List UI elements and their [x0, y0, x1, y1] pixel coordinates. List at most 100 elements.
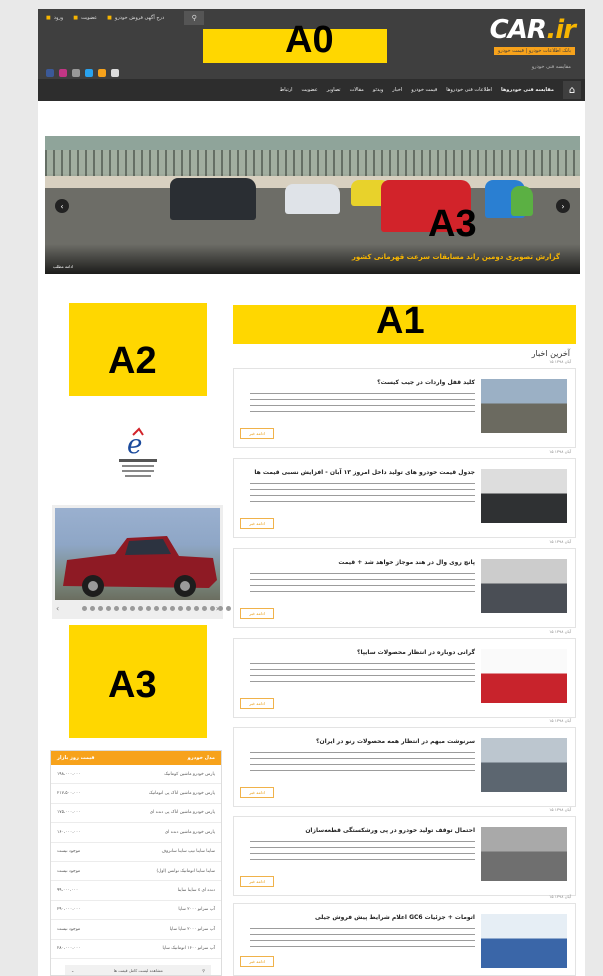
gallery-prev-icon[interactable]: ‹ — [56, 604, 59, 613]
car-gallery[interactable]: ‹ › — [52, 505, 231, 619]
car-model-name: پارس خودرو ماشین اتاک پی اتوماتیک — [148, 791, 215, 797]
news-read-more-button[interactable]: ادامه خبر — [240, 876, 274, 887]
gallery-dot[interactable] — [130, 606, 135, 611]
nav-articles[interactable]: مقالات — [350, 87, 364, 93]
aparat-icon[interactable] — [72, 69, 80, 77]
news-card[interactable]: ۱۵ آبان ۱۳۹۸ کلید قفل واردات در جیب کیست… — [233, 359, 576, 448]
news-thumbnail[interactable] — [481, 649, 567, 703]
top-link-register[interactable]: ■ عضویت — [73, 15, 97, 21]
nav-news[interactable]: اخبار — [392, 87, 402, 93]
gallery-dot[interactable] — [170, 606, 175, 611]
top-link-sell-ad[interactable]: ■ درج آگهی فروش خودرو — [107, 15, 164, 21]
news-read-more-button[interactable]: ادامه خبر — [240, 428, 274, 439]
gallery-next-icon[interactable]: › — [216, 604, 219, 613]
gallery-pagination[interactable] — [82, 606, 231, 611]
news-thumbnail[interactable] — [481, 827, 567, 881]
price-value: موجود نیست — [57, 849, 81, 855]
news-card[interactable]: ۱۵ آبان ۱۳۹۸ پانچ روی وال در هند موجاز خ… — [233, 539, 576, 628]
price-value: ۲۸۰،۰۰۰،۰۰۰ — [57, 946, 81, 952]
slider-caption[interactable]: گزارش تصویری دومین راند مسابقات سرعت قهر… — [352, 253, 560, 261]
news-read-more-button[interactable]: ادامه خبر — [240, 518, 274, 529]
news-thumbnail[interactable] — [481, 379, 567, 433]
nav-contact[interactable]: ارتباط — [280, 87, 293, 93]
news-title[interactable]: پانچ روی وال در هند موجاز خواهد شد + قیم… — [250, 559, 475, 566]
news-card[interactable]: ۱۵ آبان ۱۳۹۸ جدول قیمت خودرو های تولید د… — [233, 449, 576, 538]
trust-seal[interactable]: e — [113, 427, 163, 487]
site-logo[interactable]: CAR.ir بانک اطلاعات خودرو | قیمت خودرو — [490, 15, 576, 55]
news-read-more-button[interactable]: ادامه خبر — [240, 787, 274, 798]
news-title[interactable]: سرنوشت مبهم در انتظار همه محصولات رنو در… — [250, 738, 475, 745]
nav-video[interactable]: ویدئو — [373, 87, 383, 93]
news-thumbnail[interactable] — [481, 469, 567, 523]
price-row[interactable]: موجود نیست ساینا ساینا اتوماتیک توانس (ا… — [51, 862, 221, 882]
gallery-dot[interactable] — [178, 606, 183, 611]
price-table-footer[interactable]: ⌄ مشاهده لیست کامل قیمت ها ⚲ — [65, 965, 211, 975]
nav-car-specs[interactable]: اطلاعات فنی خودروها — [446, 87, 492, 93]
price-row[interactable]: ۲۱۷،۵۰۰،۰۰۰ پارس خودرو ماشین اتاک پی اتو… — [51, 784, 221, 804]
gallery-dot[interactable] — [82, 606, 87, 611]
news-card[interactable]: ۱۵ آبان ۱۳۹۸ سرنوشت مبهم در انتظار همه م… — [233, 718, 576, 807]
news-read-more-button[interactable]: ادامه خبر — [240, 608, 274, 619]
nav-car-prices[interactable]: قیمت خودرو — [411, 87, 437, 93]
gallery-dot[interactable] — [154, 606, 159, 611]
top-link-login[interactable]: ■ ورود — [46, 15, 63, 21]
gallery-dot[interactable] — [186, 606, 191, 611]
price-row[interactable]: ۱۶۰،۰۰۰،۰۰۰ پارس خودرو ماشین دنده ای — [51, 823, 221, 843]
price-value: ۲۱۷،۵۰۰،۰۰۰ — [57, 791, 81, 797]
slider-prev-button[interactable]: ‹ — [55, 199, 69, 213]
news-card[interactable]: ۱۵ آبان ۱۳۹۸ احتمال توقف تولید خودرو در … — [233, 807, 576, 896]
nav-photos[interactable]: تصاویر — [327, 87, 341, 93]
news-title[interactable]: احتمال توقف تولید خودرو در پی ورشکستگی ق… — [250, 827, 475, 834]
price-value: ۱۹۸،۰۰۰،۰۰۰ — [57, 771, 81, 777]
price-row[interactable]: ۹۹،۰۰۰،۰۰۰ ساینا ساینا s دنده ای — [51, 881, 221, 901]
car-model-name: ساینا ساینا s دنده ای — [177, 888, 215, 894]
news-thumbnail[interactable] — [481, 738, 567, 792]
gallery-dot[interactable] — [114, 606, 119, 611]
price-row[interactable]: ۱۷۵،۰۰۰،۰۰۰ پارس خودرو ماشین اتاک پی دند… — [51, 804, 221, 824]
full-price-list-link[interactable]: مشاهده لیست کامل قیمت ها — [114, 968, 163, 973]
home-button[interactable]: ⌂ — [563, 81, 581, 99]
gallery-dot[interactable] — [122, 606, 127, 611]
news-read-more-button[interactable]: ادامه خبر — [240, 698, 274, 709]
price-row[interactable]: ۱۹۸،۰۰۰،۰۰۰ پارس خودرو ماشین کوماتیک — [51, 765, 221, 785]
nav-membership[interactable]: عضویت — [302, 87, 318, 93]
slider-next-button[interactable]: › — [556, 199, 570, 213]
gallery-dot[interactable] — [202, 606, 207, 611]
facebook-icon[interactable] — [46, 69, 54, 77]
edit-icon: ■ — [107, 15, 112, 21]
gallery-dot[interactable] — [226, 606, 231, 611]
twitter-icon[interactable] — [85, 69, 93, 77]
rss-icon[interactable] — [98, 69, 106, 77]
ad-label-a3-slider: A3 — [428, 203, 477, 245]
nav-compare[interactable]: مقایسه فنی خودروها — [501, 87, 554, 93]
gallery-dot[interactable] — [106, 606, 111, 611]
mail-icon[interactable] — [111, 69, 119, 77]
news-title[interactable]: اعلام شرایط پیش فروش جیلی GC6 اتومات + ج… — [250, 914, 475, 921]
instagram-icon[interactable] — [59, 69, 67, 77]
news-card[interactable]: ۱۵ آبان ۱۳۹۸ اعلام شرایط پیش فروش جیلی G… — [233, 894, 576, 976]
gallery-dot[interactable] — [138, 606, 143, 611]
price-value: موجود نیست — [57, 926, 81, 932]
gallery-dot[interactable] — [210, 606, 215, 611]
gallery-dot[interactable] — [146, 606, 151, 611]
news-card[interactable]: ۱۵ آبان ۱۳۹۸ گرانی دوباره در انتظار محصو… — [233, 629, 576, 718]
news-slider[interactable]: گزارش تصویری دومین راند مسابقات سرعت قهر… — [45, 136, 580, 274]
price-row[interactable]: ۲۸۰،۰۰۰،۰۰۰ آپ سراتو ۱۶۰۰ اتوماتیک ساپا — [51, 940, 221, 959]
news-title[interactable]: کلید قفل واردات در جیب کیست؟ — [250, 379, 475, 386]
ad-label-a1: A1 — [376, 300, 425, 342]
gallery-dot[interactable] — [90, 606, 95, 611]
news-read-more-button[interactable]: ادامه خبر — [240, 956, 274, 967]
price-row[interactable]: موجود نیست ساینا ساینا تیپ ساینا سانروف — [51, 843, 221, 862]
price-row[interactable]: موجود نیست آپ سراتو ۲۰۰۰ ساپا ساپا — [51, 920, 221, 940]
news-title[interactable]: جدول قیمت خودرو های تولید داخل امروز ۱۳ … — [250, 469, 475, 476]
slider-read-more[interactable]: ادامه مطلب — [53, 264, 73, 269]
gallery-dot[interactable] — [162, 606, 167, 611]
search-button[interactable]: ⚲ — [184, 11, 205, 25]
gallery-dot[interactable] — [98, 606, 103, 611]
news-title[interactable]: گرانی دوباره در انتظار محصولات سایپا؟ — [250, 649, 475, 656]
gallery-dot[interactable] — [194, 606, 199, 611]
price-row[interactable]: ۲۹۰،۰۰۰،۰۰۰ آپ سراتو ۲۰۰۰ ساپا — [51, 901, 221, 921]
news-thumbnail[interactable] — [481, 914, 567, 968]
breadcrumb[interactable]: مقایسه فنی خودرو — [532, 64, 571, 70]
news-thumbnail[interactable] — [481, 559, 567, 613]
